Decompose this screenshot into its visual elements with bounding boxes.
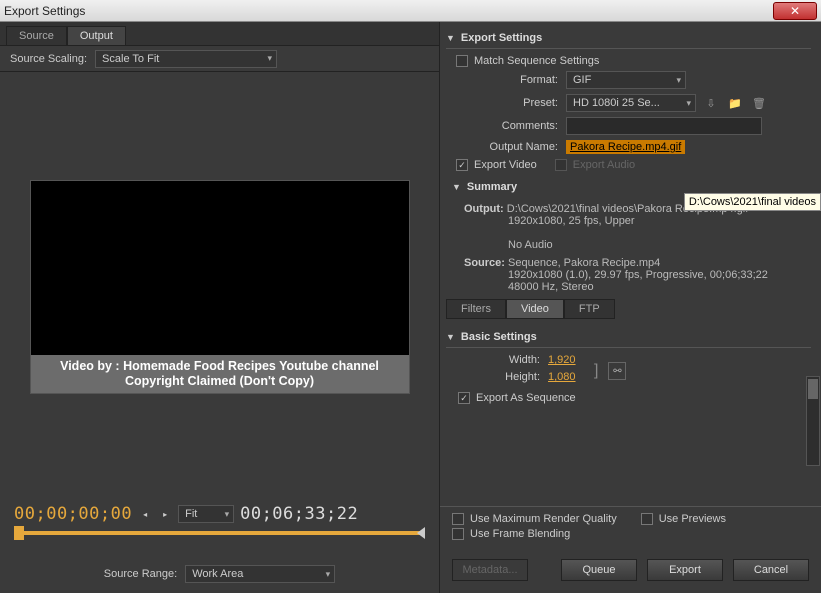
tab-filters[interactable]: Filters xyxy=(446,299,506,319)
max-render-quality-checkbox[interactable] xyxy=(452,513,464,525)
tab-output[interactable]: Output xyxy=(67,26,126,45)
width-label: Width: xyxy=(458,354,548,366)
scaling-label: Source Scaling: xyxy=(10,53,87,65)
height-value[interactable]: 1,080 xyxy=(548,371,588,383)
export-button[interactable]: Export xyxy=(647,559,723,581)
scrollbar-thumb[interactable] xyxy=(808,379,818,399)
basic-settings-header[interactable]: ▼Basic Settings xyxy=(446,327,811,348)
height-label: Height: xyxy=(458,371,548,383)
timeline-slider[interactable] xyxy=(14,531,425,549)
comments-input[interactable] xyxy=(566,117,762,135)
format-label: Format: xyxy=(446,74,566,86)
output-name-label: Output Name: xyxy=(446,141,566,153)
bracket-icon: ] xyxy=(594,362,598,380)
frame-blending-checkbox[interactable] xyxy=(452,528,464,540)
import-preset-icon[interactable]: 📁 xyxy=(726,94,744,112)
use-previews-checkbox[interactable] xyxy=(641,513,653,525)
preview-tabs: Source Output xyxy=(0,22,439,46)
tab-ftp[interactable]: FTP xyxy=(564,299,615,319)
step-back-icon[interactable]: ◂ xyxy=(138,507,152,521)
titlebar: Export Settings ✕ xyxy=(0,0,821,22)
source-range-label: Source Range: xyxy=(104,568,177,580)
duration-timecode: 00;06;33;22 xyxy=(240,504,425,524)
export-settings-header[interactable]: ▼Export Settings xyxy=(446,28,811,49)
summary-output-label: Output: xyxy=(464,203,504,215)
delete-preset-icon[interactable]: 🗑 xyxy=(750,94,768,112)
link-dimensions-icon[interactable]: ⚯ xyxy=(608,362,626,380)
export-video-checkbox[interactable] xyxy=(456,159,468,171)
comments-label: Comments: xyxy=(446,120,566,132)
match-sequence-label: Match Sequence Settings xyxy=(474,55,599,67)
preset-label: Preset: xyxy=(446,97,566,109)
width-value[interactable]: 1,920 xyxy=(548,354,588,366)
tab-source[interactable]: Source xyxy=(6,26,67,45)
close-button[interactable]: ✕ xyxy=(773,2,817,20)
current-timecode[interactable]: 00;00;00;00 xyxy=(14,504,132,524)
match-sequence-checkbox[interactable] xyxy=(456,55,468,67)
export-as-sequence-checkbox[interactable] xyxy=(458,392,470,404)
queue-button[interactable]: Queue xyxy=(561,559,637,581)
triangle-down-icon: ▼ xyxy=(446,332,455,342)
summary-source-label: Source: xyxy=(464,257,505,269)
scaling-dropdown[interactable]: Scale To Fit xyxy=(95,50,277,68)
preview-area: Video by : Homemade Food Recipes Youtube… xyxy=(0,72,439,498)
save-preset-icon[interactable]: ⇩ xyxy=(702,94,720,112)
window-title: Export Settings xyxy=(4,4,773,18)
watermark-overlay: Video by : Homemade Food Recipes Youtube… xyxy=(31,355,409,393)
metadata-button[interactable]: Metadata... xyxy=(452,559,528,581)
out-point-icon[interactable] xyxy=(417,527,425,539)
source-range-dropdown[interactable]: Work Area xyxy=(185,565,335,583)
output-name-link[interactable]: Pakora Recipe.mp4.gif xyxy=(566,140,685,154)
triangle-down-icon: ▼ xyxy=(452,182,461,192)
path-tooltip: D:\Cows\2021\final videos xyxy=(684,193,821,211)
format-dropdown[interactable]: GIF xyxy=(566,71,686,89)
step-forward-icon[interactable]: ▸ xyxy=(158,507,172,521)
tab-video[interactable]: Video xyxy=(506,299,564,319)
video-preview[interactable]: Video by : Homemade Food Recipes Youtube… xyxy=(30,180,410,394)
export-audio-checkbox xyxy=(555,159,567,171)
triangle-down-icon: ▼ xyxy=(446,33,455,43)
playhead-icon[interactable] xyxy=(14,526,24,540)
cancel-button[interactable]: Cancel xyxy=(733,559,809,581)
zoom-dropdown[interactable]: Fit xyxy=(178,505,234,523)
scrollbar[interactable] xyxy=(806,376,820,466)
preset-dropdown[interactable]: HD 1080i 25 Se... xyxy=(566,94,696,112)
